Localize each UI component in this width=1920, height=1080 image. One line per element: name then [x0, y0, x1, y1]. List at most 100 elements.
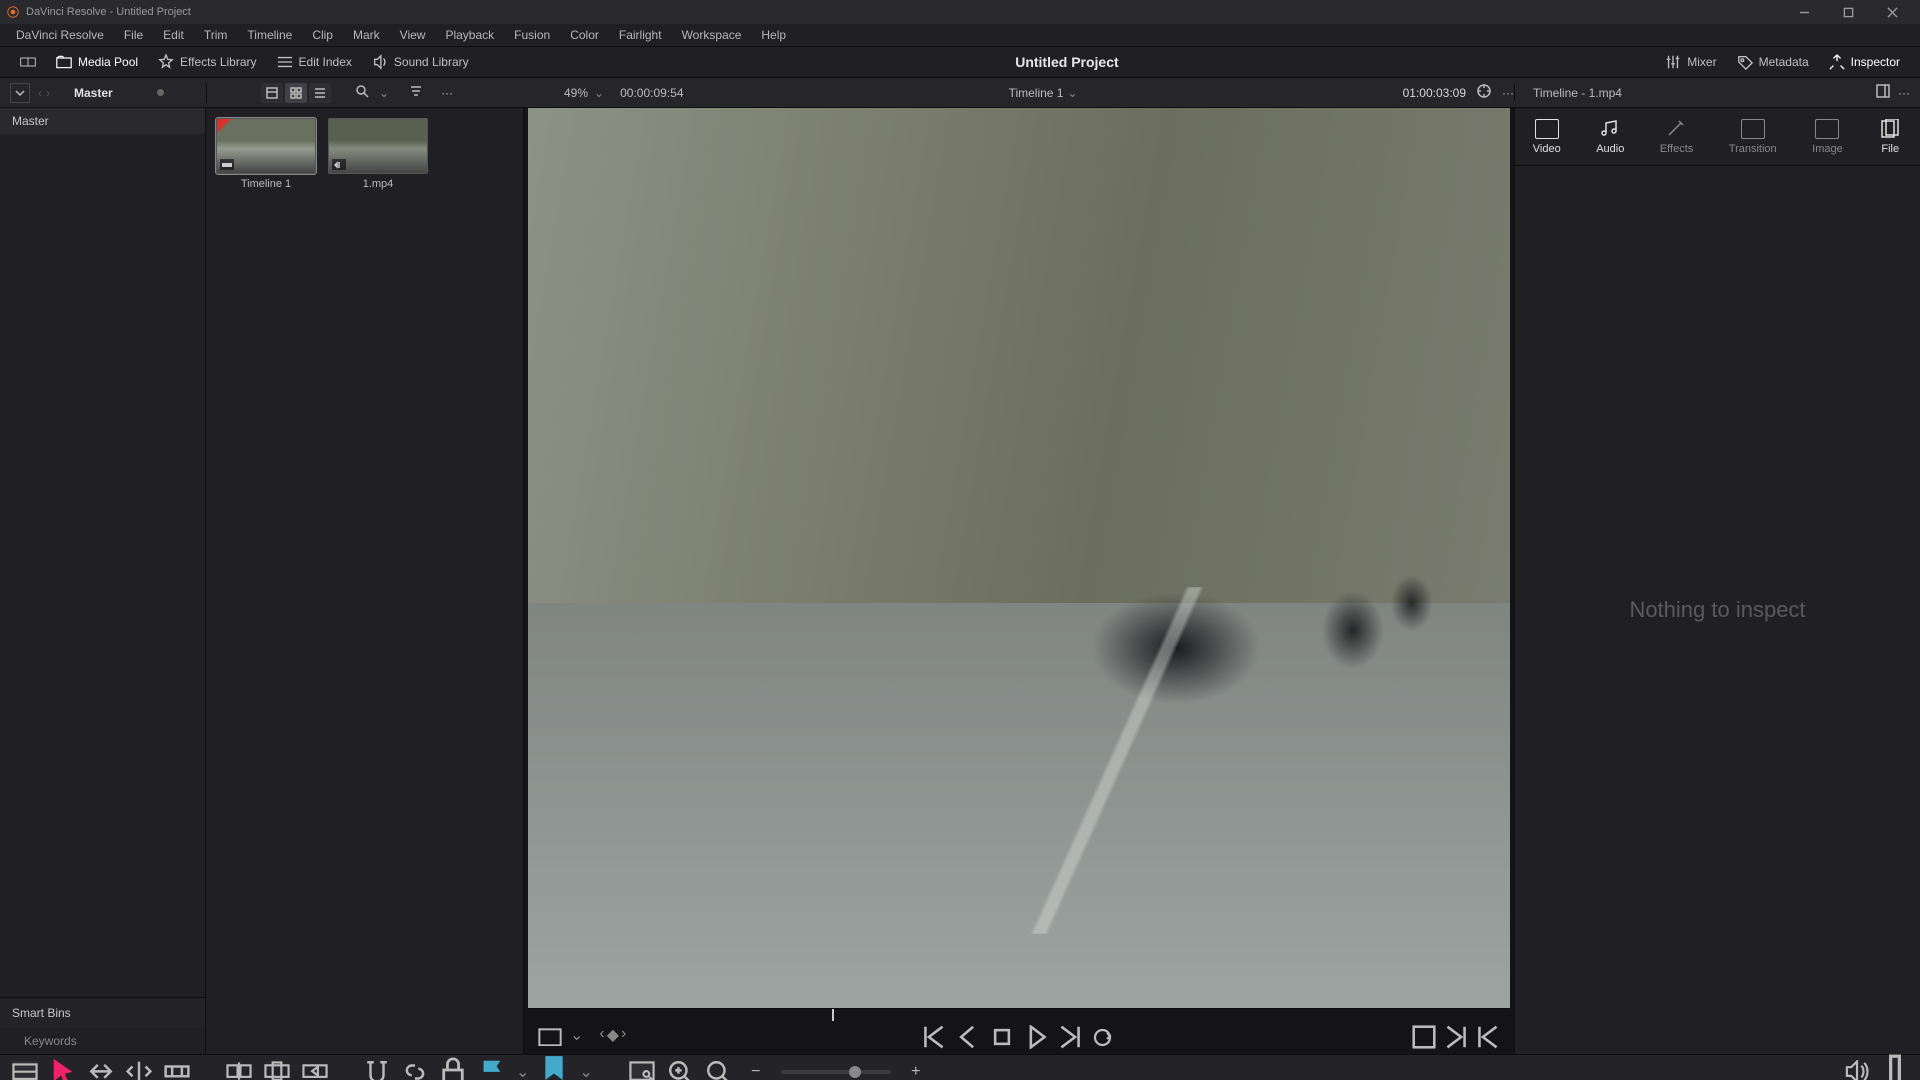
timeline-selector[interactable]: Timeline 1 ⌄: [1009, 86, 1078, 100]
metadata-view-button[interactable]: [261, 83, 283, 103]
menu-trim[interactable]: Trim: [194, 24, 238, 46]
viewer-options-button[interactable]: ···: [1502, 86, 1514, 100]
flag-button[interactable]: [478, 1061, 504, 1080]
window-title: DaVinci Resolve - Untitled Project: [26, 6, 191, 18]
menu-view[interactable]: View: [390, 24, 436, 46]
zoom-out-button[interactable]: −: [743, 1061, 769, 1080]
prev-clip-button[interactable]: [1476, 1025, 1500, 1049]
snapping-toggle[interactable]: [364, 1061, 390, 1080]
sound-library-toggle[interactable]: Sound Library: [362, 46, 479, 78]
inspector-tab-image[interactable]: Image: [1812, 119, 1843, 155]
inspector-tab-video[interactable]: Video: [1533, 119, 1561, 155]
trim-tool[interactable]: [88, 1061, 114, 1080]
match-frame-button[interactable]: [538, 1025, 562, 1049]
media-pool-toggle[interactable]: Media Pool: [46, 46, 148, 78]
sort-button[interactable]: [409, 84, 423, 101]
stop-button[interactable]: [990, 1025, 1014, 1049]
list-view-button[interactable]: [309, 83, 331, 103]
menu-timeline[interactable]: Timeline: [237, 24, 302, 46]
menu-fusion[interactable]: Fusion: [504, 24, 560, 46]
loop-button[interactable]: [1092, 1025, 1116, 1049]
nav-forward-button[interactable]: ›: [46, 86, 50, 100]
dynamic-trim-tool[interactable]: [126, 1061, 152, 1080]
selection-tool[interactable]: [50, 1061, 76, 1080]
overwrite-clip-button[interactable]: [264, 1061, 290, 1080]
edit-index-toggle[interactable]: Edit Index: [267, 46, 362, 78]
zoom-to-fit-button[interactable]: [667, 1061, 693, 1080]
match-dropdown[interactable]: ⌄: [570, 1025, 583, 1049]
media-pool-icon: [56, 54, 72, 70]
list-icon: [277, 54, 293, 70]
tag-icon: [1737, 54, 1753, 70]
thumbnail-view-button[interactable]: [285, 83, 307, 103]
menu-color[interactable]: Color: [560, 24, 609, 46]
fullscreen-button[interactable]: [1412, 1025, 1436, 1049]
menu-workspace[interactable]: Workspace: [672, 24, 752, 46]
search-dropdown[interactable]: ⌄: [379, 86, 389, 100]
nav-back-button[interactable]: ‹: [38, 86, 42, 100]
keyframe-indicator[interactable]: ◆: [607, 1025, 619, 1049]
window-maximize-button[interactable]: [1826, 0, 1870, 24]
play-button[interactable]: [1024, 1025, 1048, 1049]
dual-viewer-toggle[interactable]: [10, 46, 46, 78]
smart-bin-keywords[interactable]: Keywords: [0, 1028, 205, 1054]
monitor-volume-button[interactable]: [1844, 1061, 1870, 1080]
inspector-options-button[interactable]: ···: [1898, 86, 1910, 100]
effects-library-toggle[interactable]: Effects Library: [148, 46, 266, 78]
custom-zoom-button[interactable]: [705, 1061, 731, 1080]
record-indicator: [157, 89, 164, 96]
dim-button[interactable]: [1882, 1061, 1908, 1080]
marker-dropdown[interactable]: ⌄: [579, 1062, 592, 1080]
metadata-toggle[interactable]: Metadata: [1727, 46, 1819, 78]
inspector-toggle[interactable]: Inspector: [1819, 46, 1910, 78]
menu-davinci-resolve[interactable]: DaVinci Resolve: [6, 24, 114, 46]
clip-thumbnail[interactable]: 1.mp4: [328, 118, 428, 190]
menu-file[interactable]: File: [114, 24, 153, 46]
master-bin[interactable]: Master: [0, 108, 205, 134]
marker-button[interactable]: [541, 1061, 567, 1080]
timeline-zoom-slider[interactable]: [781, 1070, 891, 1074]
replace-clip-button[interactable]: [302, 1061, 328, 1080]
menu-mark[interactable]: Mark: [343, 24, 390, 46]
menu-playback[interactable]: Playback: [435, 24, 504, 46]
inspector-expand-button[interactable]: [1876, 84, 1890, 101]
timeline-view-options[interactable]: [12, 1061, 38, 1080]
prev-keyframe-button[interactable]: ‹: [599, 1025, 604, 1049]
blade-tool[interactable]: [164, 1061, 190, 1080]
menu-fairlight[interactable]: Fairlight: [609, 24, 672, 46]
position-lock-toggle[interactable]: [440, 1061, 466, 1080]
inspector-tab-transition[interactable]: Transition: [1729, 119, 1777, 155]
zoom-dropdown[interactable]: ⌄: [594, 86, 604, 100]
mixer-toggle[interactable]: Mixer: [1655, 46, 1726, 78]
gpu-status-icon[interactable]: [1476, 83, 1492, 102]
viewer-canvas[interactable]: [528, 108, 1510, 1008]
clip-thumbnail[interactable]: Timeline 1: [216, 118, 316, 190]
inspector-tab-file[interactable]: File: [1878, 119, 1902, 155]
step-back-button[interactable]: [956, 1025, 980, 1049]
window-minimize-button[interactable]: [1782, 0, 1826, 24]
viewer-scrub-bar[interactable]: [528, 1008, 1510, 1020]
zoom-in-button[interactable]: +: [903, 1061, 929, 1080]
media-pool-thumbnails: Timeline 1 1.mp4: [206, 108, 524, 1054]
bin-layout-dropdown[interactable]: [10, 83, 30, 103]
viewer-zoom-value[interactable]: 49%: [564, 86, 588, 100]
source-timecode: 00:00:09:54: [620, 86, 683, 100]
window-close-button[interactable]: [1870, 0, 1914, 24]
inspector-tab-effects[interactable]: Effects: [1660, 119, 1693, 155]
menu-edit[interactable]: Edit: [153, 24, 194, 46]
next-clip-button[interactable]: [1444, 1025, 1468, 1049]
search-button[interactable]: [355, 84, 369, 101]
pool-options-button[interactable]: ···: [441, 86, 453, 100]
smart-bins-header[interactable]: Smart Bins: [0, 998, 205, 1028]
menu-help[interactable]: Help: [751, 24, 796, 46]
inspector-tab-audio[interactable]: Audio: [1596, 119, 1624, 155]
go-to-start-button[interactable]: [922, 1025, 946, 1049]
inspector-icon: [1829, 54, 1845, 70]
go-to-end-button[interactable]: [1058, 1025, 1082, 1049]
link-toggle[interactable]: [402, 1061, 428, 1080]
menu-clip[interactable]: Clip: [302, 24, 343, 46]
next-keyframe-button[interactable]: ›: [621, 1025, 626, 1049]
find-button[interactable]: [629, 1061, 655, 1080]
flag-dropdown[interactable]: ⌄: [516, 1062, 529, 1080]
insert-clip-button[interactable]: [226, 1061, 252, 1080]
